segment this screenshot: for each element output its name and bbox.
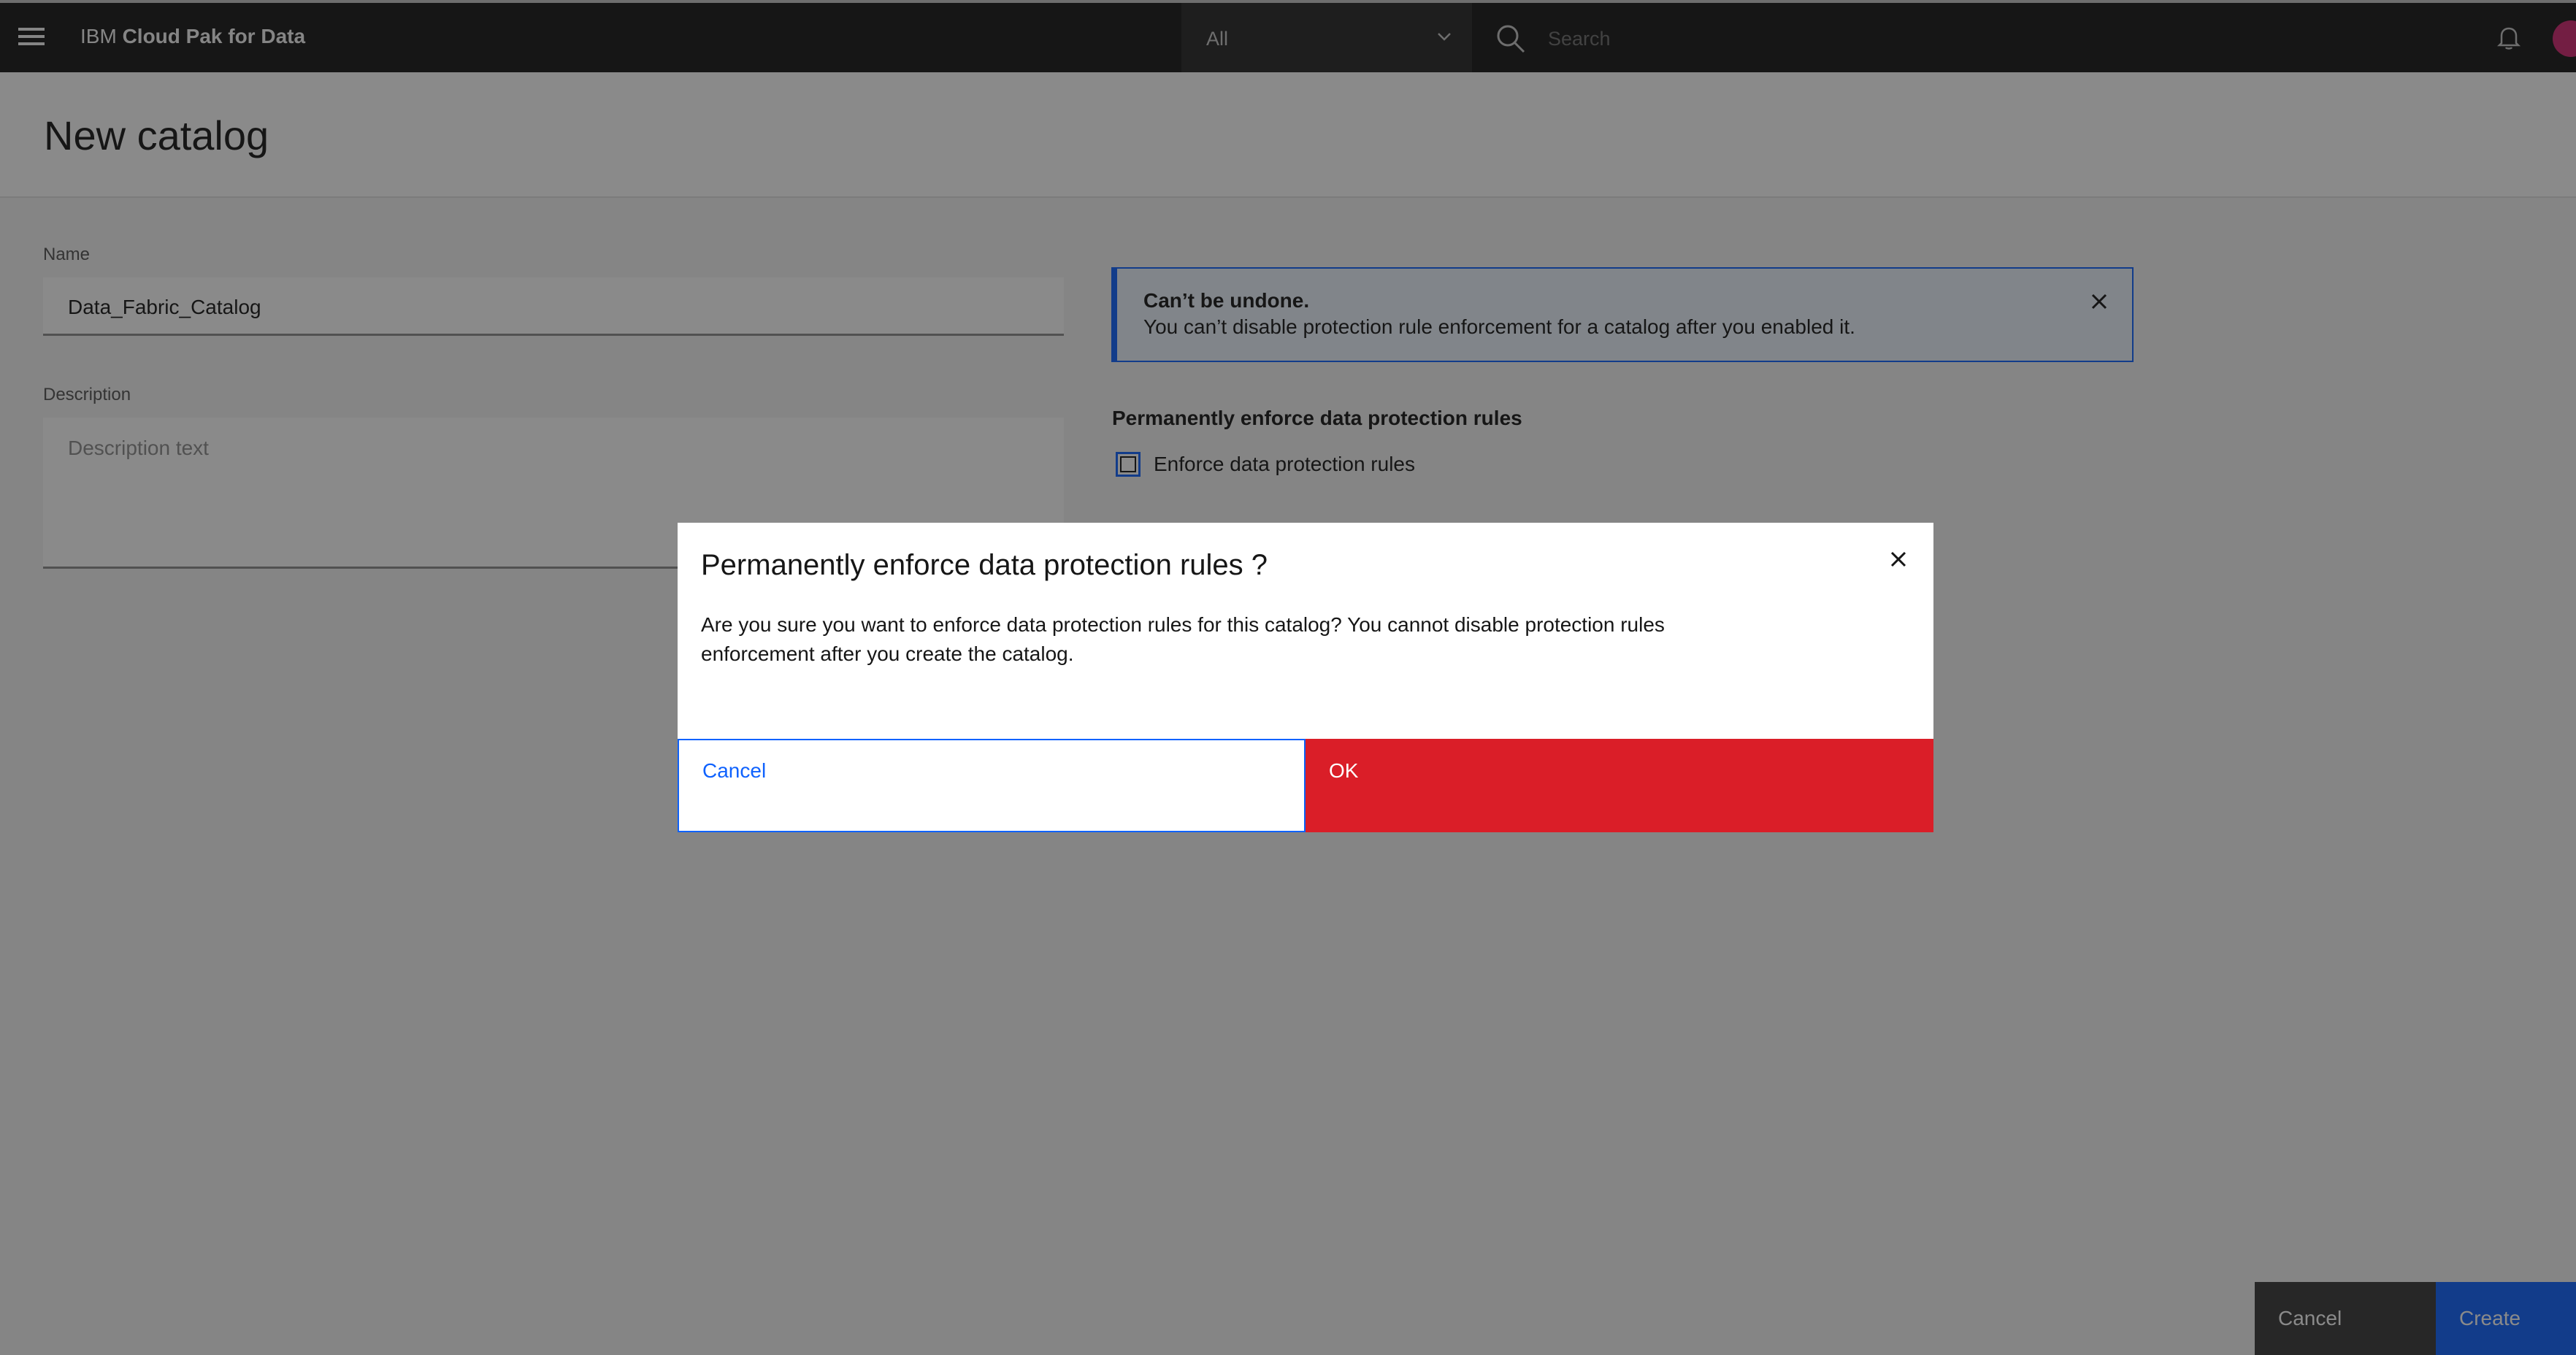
modal-title: Permanently enforce data protection rule… [701,549,1268,581]
confirm-modal: Permanently enforce data protection rule… [678,523,1933,832]
modal-ok-button[interactable]: OK [1306,739,1933,832]
close-icon[interactable] [1887,548,1910,571]
modal-cancel-button[interactable]: Cancel [678,739,1306,832]
modal-body: Are you sure you want to enforce data pr… [701,613,1665,665]
